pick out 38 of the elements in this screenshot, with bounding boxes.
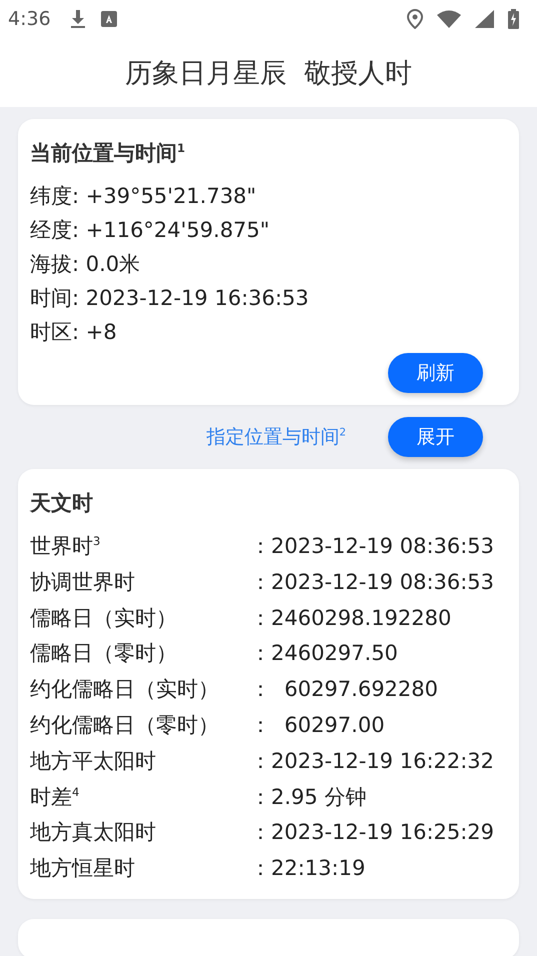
wifi-icon [437,10,461,28]
row-value: ： 60297.00 [250,712,386,739]
battery-charging-icon [508,9,519,29]
card-title: 当前位置与时间$^{1}$ [30,140,186,167]
row-label: 地方恒星时 [30,855,136,882]
info-line: 纬度: +39°55'21.738" [30,183,258,210]
info-line: 时间: 2023-12-19 16:36:53 [30,285,310,312]
row-label: 约化儒略日（零时） [30,712,220,739]
row-value: ：2023-12-19 08:36:53 [250,533,496,560]
row-label: 儒略日（实时） [30,604,178,632]
download-icon [68,9,87,29]
row-label: 约化儒略日（实时） [30,676,220,704]
row-value: ：22:13:19 [250,855,366,882]
row-value: ： 60297.692280 [250,676,439,704]
row-label: 协调世界时 [30,568,136,596]
info-line: 经度: +116°24'59.875" [30,217,271,244]
row-value: ：2023-12-19 16:22:32 [250,748,496,775]
row-value: ：2.95 分钟 [250,784,368,811]
expand-button[interactable]: 展开 [388,417,483,457]
row-label: 地方真太阳时 [30,819,157,846]
row-label: 时差$^{4}$ [30,784,80,811]
app-title: 历象日月星辰 敬授人时 [124,56,412,90]
row-label: 世界时$^{3}$ [30,533,102,560]
row-label: 儒略日（零时） [30,640,178,668]
signal-icon [475,10,494,28]
status-time: 4:36 [8,8,51,30]
location-icon [407,9,423,29]
row-label: 地方平太阳时 [30,748,157,775]
info-line: 时区: +8 [30,319,118,346]
card-title: 天文时 [30,490,94,517]
refresh-button[interactable]: 刷新 [388,353,483,393]
info-line: 海拔: 0.0米 [30,251,142,278]
specify-link[interactable]: 指定位置与时间$^{2}$ [206,424,346,450]
row-value: ：2460298.192280 [250,604,452,632]
row-value: ：2023-12-19 16:25:29 [250,819,496,846]
row-value: ：2460297.50 [250,640,399,668]
keyboard-app-icon [100,11,117,27]
row-value: ：2023-12-19 08:36:53 [250,568,496,596]
